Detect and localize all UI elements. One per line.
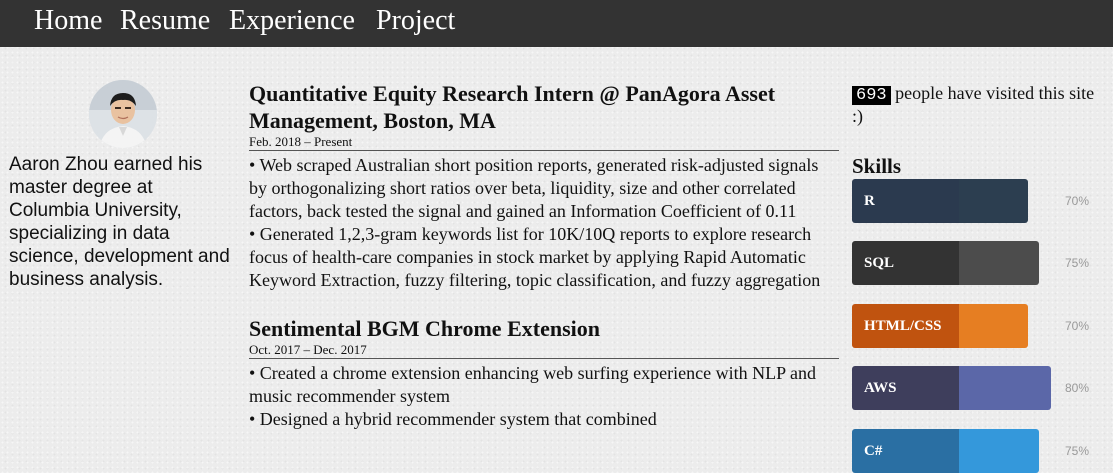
skill-label: HTML/CSS xyxy=(852,304,959,348)
profile-bio: Aaron Zhou earned his master degree at C… xyxy=(9,154,230,290)
job-bullet: • Created a chrome extension enhancing w… xyxy=(249,363,816,406)
nav-project-link[interactable]: Project xyxy=(376,4,455,38)
job-bullet: • Generated 1,2,3-gram keywords list for… xyxy=(249,224,821,290)
skill-label: AWS xyxy=(852,366,959,410)
skill-percent: 75% xyxy=(1064,444,1089,458)
nav-experience-link[interactable]: Experience xyxy=(229,4,355,38)
skill-percent: 80% xyxy=(1064,381,1089,395)
nav-home-link[interactable]: Home xyxy=(34,4,102,38)
skill-label: SQL xyxy=(852,241,959,285)
skill-bar: AWS xyxy=(852,366,1051,410)
profile-photo xyxy=(89,80,157,148)
skill-fill xyxy=(959,241,1039,285)
experience-item: Quantitative Equity Research Intern @ Pa… xyxy=(249,80,839,292)
visit-counter-text: 693 people have visited this site :) xyxy=(852,82,1107,128)
skill-row: C# 75% xyxy=(852,429,1107,473)
skill-row: HTML/CSS 70% xyxy=(852,304,1107,348)
job-title: Sentimental BGM Chrome Extension xyxy=(249,316,600,341)
skill-row: AWS 80% xyxy=(852,366,1107,410)
profile-avatar xyxy=(89,80,157,148)
experience-item: Sentimental BGM Chrome Extension Oct. 20… xyxy=(249,315,839,431)
skill-label: C# xyxy=(852,429,959,473)
skill-row: R 70% xyxy=(852,179,1107,223)
skill-percent: 75% xyxy=(1064,256,1089,270)
skill-label: R xyxy=(852,179,959,223)
skill-fill xyxy=(959,366,1051,410)
job-bullet: • Designed a hybrid recommender system t… xyxy=(249,409,657,429)
skill-fill xyxy=(959,179,1028,223)
skill-percent: 70% xyxy=(1064,194,1089,208)
experience-list: Quantitative Equity Research Intern @ Pa… xyxy=(249,80,839,454)
job-bullet: • Web scraped Australian short position … xyxy=(249,155,819,221)
skills-heading: Skills xyxy=(852,154,902,178)
skill-fill xyxy=(959,429,1039,473)
top-navbar: Home Resume Experience Project xyxy=(0,0,1113,47)
skill-percent: 70% xyxy=(1064,319,1089,333)
skill-bar: C# xyxy=(852,429,1039,473)
skill-bar: HTML/CSS xyxy=(852,304,1028,348)
skill-bar: SQL xyxy=(852,241,1039,285)
job-date: Feb. 2018 – Present xyxy=(249,134,839,151)
visit-count-badge: 693 xyxy=(852,86,891,105)
job-date: Oct. 2017 – Dec. 2017 xyxy=(249,342,839,359)
skill-fill xyxy=(959,304,1028,348)
skill-row: SQL 75% xyxy=(852,241,1107,285)
nav-resume-link[interactable]: Resume xyxy=(120,4,210,38)
job-title: Quantitative Equity Research Intern @ Pa… xyxy=(249,81,776,133)
skill-bar: R xyxy=(852,179,1028,223)
